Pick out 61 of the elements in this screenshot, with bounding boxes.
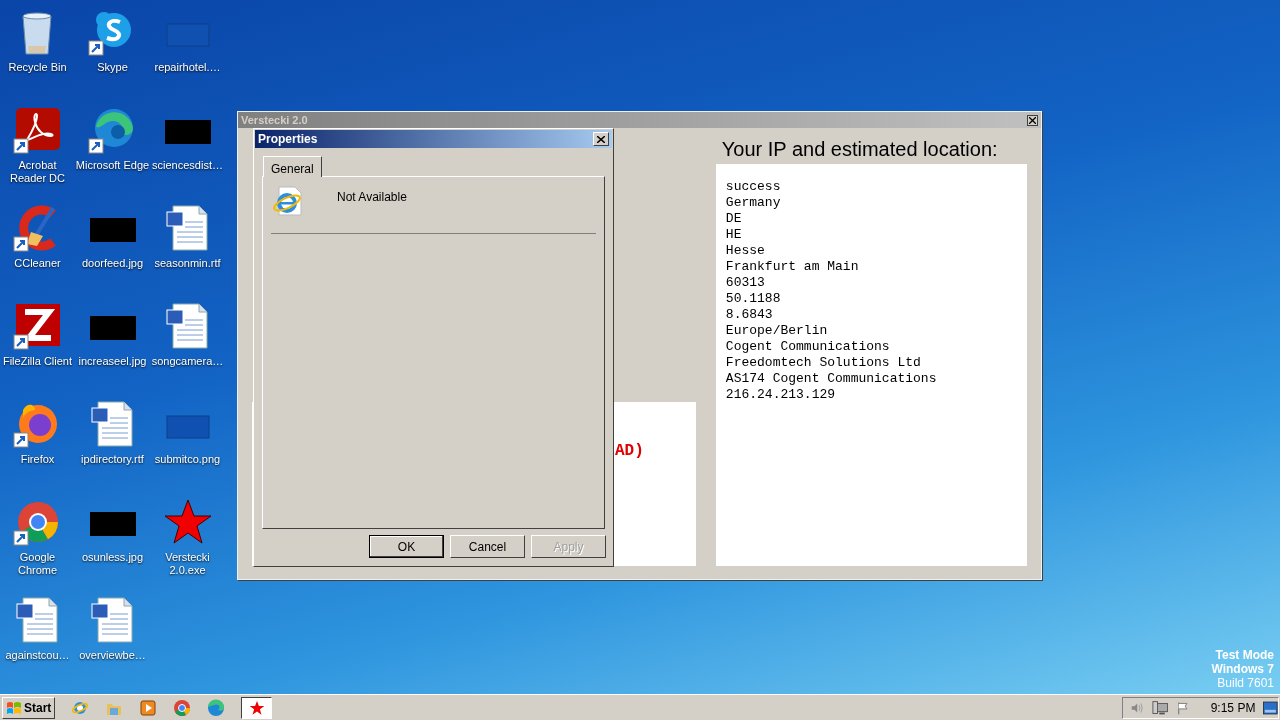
location-line: DE: [725, 211, 743, 227]
close-icon: [1029, 116, 1036, 124]
location-line: 50.1188: [725, 291, 782, 307]
desktop-icon-label: ipdirectory.rtf: [80, 453, 145, 466]
desktop-icon-label: Verstecki 2.0.exe: [164, 551, 211, 577]
location-line: success: [725, 179, 782, 195]
desktop-icon-label: Microsoft Edge: [75, 159, 150, 172]
location-line: HE: [725, 227, 743, 243]
location-line: Frankfurt am Main: [725, 259, 860, 275]
tab[interactable]: General: [263, 156, 322, 177]
location-line: Cogent Communications: [725, 339, 891, 355]
location-line: 216.24.213.129: [725, 387, 837, 403]
desktop-icon-label: submitco.png: [153, 453, 222, 466]
desktop-icon-label: sciencesdist…: [151, 159, 224, 172]
network-icon[interactable]: [1151, 699, 1169, 716]
desktop-icon-label: FileZilla Client: [1, 355, 74, 368]
desktop-icon-label: Firefox: [19, 453, 56, 466]
browser-file-icon: [271, 185, 303, 217]
desktop-icon-label: Recycle Bin: [7, 61, 68, 74]
location-line: Germany: [725, 195, 782, 211]
desktop-icon-label: songcamera…: [150, 355, 225, 368]
clock: 9:15 PM: [1210, 699, 1256, 717]
taskbar-button[interactable]: [241, 696, 273, 719]
windows-logo-icon: [6, 700, 22, 715]
section-heading: Your IP and estimated location:: [720, 137, 999, 162]
location-line: 8.6843: [725, 307, 774, 323]
dialog-button[interactable]: Cancel: [450, 535, 525, 558]
monitor-icon[interactable]: [1263, 700, 1278, 715]
system-notice: Build 7601: [1217, 676, 1274, 690]
dialog-title: Properties: [258, 131, 318, 148]
status-text: AD): [615, 442, 644, 460]
desktop-icon-label: osunless.jpg: [80, 551, 145, 564]
desktop-icon-label: Google Chrome: [16, 551, 59, 577]
system-notice: Windows 7: [1211, 662, 1274, 676]
desktop-icon-label: doorfeed.jpg: [80, 257, 145, 270]
star-icon[interactable]: [162, 498, 213, 546]
location-line: Hesse: [725, 243, 766, 259]
star-icon: [248, 699, 265, 716]
browser-icon[interactable]: [173, 698, 192, 717]
location-line: AS174 Cogent Communications: [725, 371, 938, 387]
window-title: Verstecki 2.0: [241, 112, 308, 128]
desktop-icon-label: seasonmin.rtf: [153, 257, 222, 270]
location-line: 60313: [725, 275, 766, 291]
pdf-reader-icon[interactable]: [12, 106, 63, 154]
start-button[interactable]: Start: [2, 696, 56, 719]
play-icon[interactable]: [139, 698, 158, 717]
system-notice: Test Mode: [1215, 648, 1274, 662]
desktop-icon-label: Skype: [96, 61, 129, 74]
ftp-app-icon[interactable]: [12, 302, 63, 350]
desktop-icon-label: againstcou…: [4, 649, 71, 662]
desktop-icon-label: overviewbe…: [78, 649, 147, 662]
desktop-icon-label: repairhotel.…: [153, 61, 222, 74]
desktop-icon-label: CCleaner: [13, 257, 62, 270]
desktop-icon-label: Acrobat Reader DC: [9, 159, 66, 185]
dialog-button[interactable]: OK: [369, 535, 444, 558]
desktop-icon-label: increaseel.jpg: [77, 355, 148, 368]
location-line: Freedomtech Solutions Ltd: [725, 355, 922, 371]
location-line: Europe/Berlin: [725, 323, 829, 339]
file-name: Not Available: [337, 189, 407, 206]
close-icon: [597, 135, 605, 143]
close-button[interactable]: [1027, 114, 1038, 126]
